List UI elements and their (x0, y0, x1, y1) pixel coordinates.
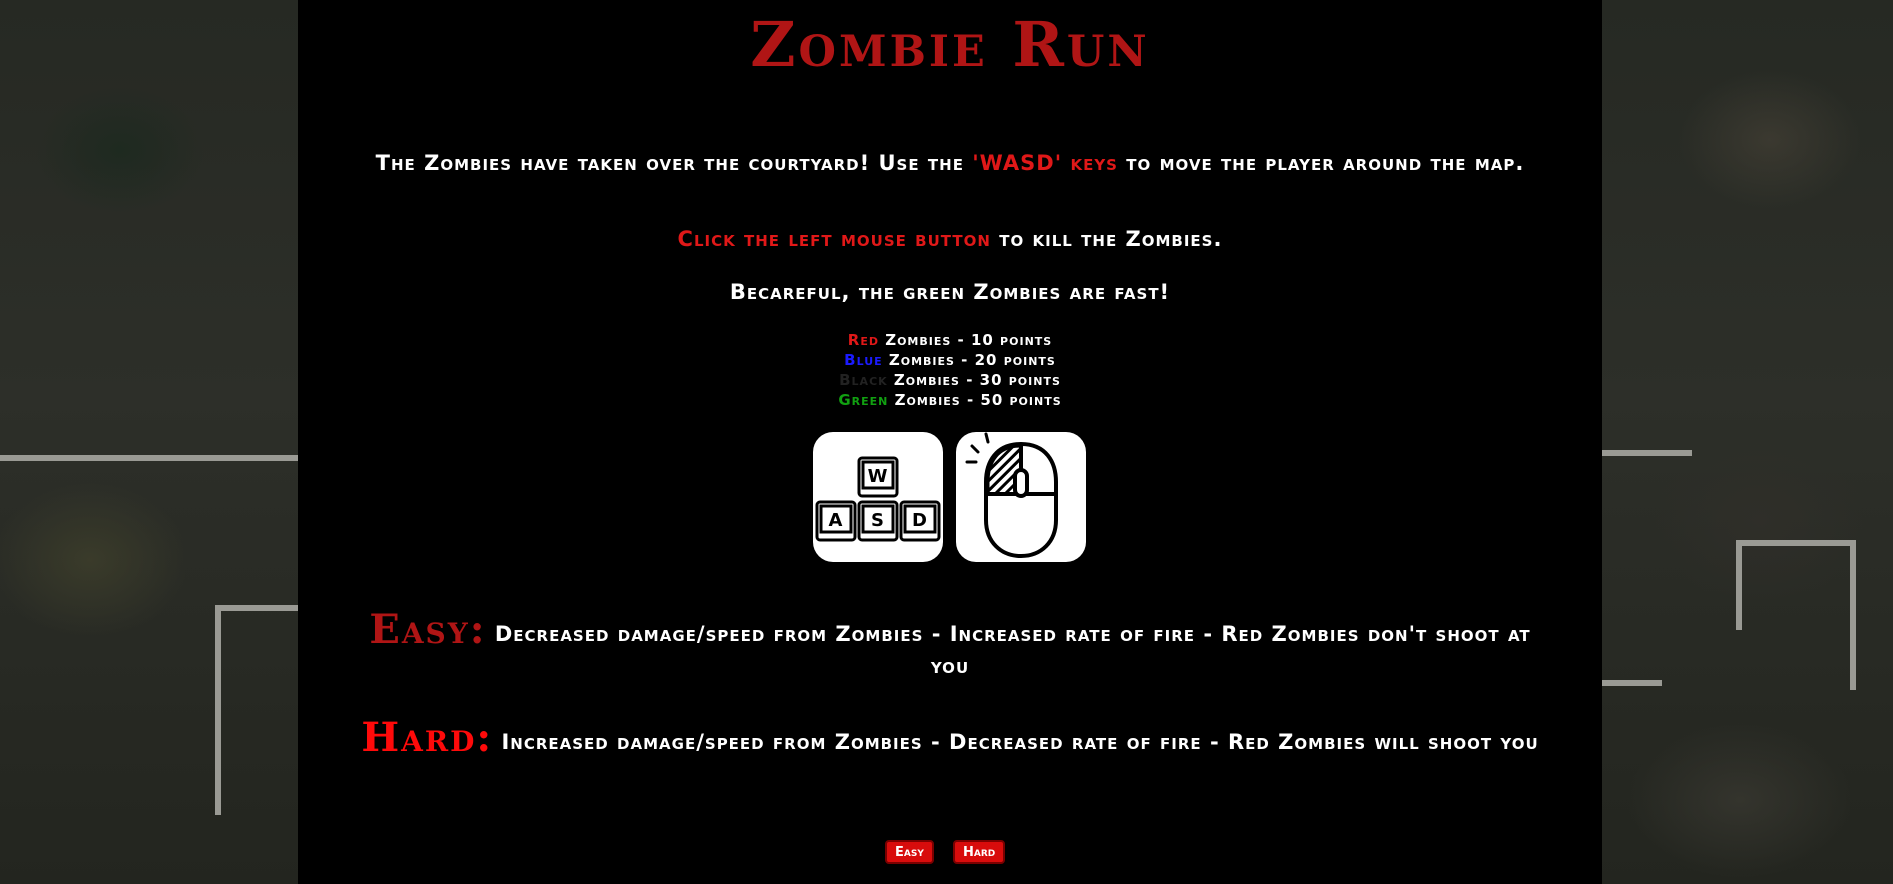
courtyard-wall (1602, 680, 1662, 686)
easy-text: Decreased damage/speed from Zombies - In… (486, 622, 1531, 678)
instructions-panel: Zombie Run The Zombies have taken over t… (298, 0, 1602, 884)
points-value: Zombies - 10 points (878, 331, 1053, 349)
courtyard-wall (1736, 540, 1742, 630)
wasd-keys-graphic: W A S D (815, 456, 941, 542)
attack-instructions: Click the left mouse button to kill the … (338, 226, 1562, 252)
key-w-label: W (868, 466, 889, 487)
points-row-black: Black Zombies - 30 points (298, 370, 1602, 390)
points-value: Zombies - 30 points (887, 371, 1061, 389)
courtyard-wall (1602, 450, 1692, 456)
courtyard-wall (0, 455, 298, 461)
points-color-word: Green (838, 391, 889, 409)
courtyard-wall (1850, 540, 1856, 690)
hard-mode-description: Hard: Increased damage/speed from Zombie… (358, 718, 1542, 758)
key-d-label: D (912, 510, 928, 531)
points-color-word: Black (839, 371, 888, 389)
wasd-highlight: 'WASD' keys (972, 151, 1118, 175)
points-row-blue: Blue Zombies - 20 points (298, 350, 1602, 370)
movement-text: The Zombies have taken over the courtyar… (375, 151, 973, 175)
points-color-word: Red (847, 331, 879, 349)
points-color-word: Blue (844, 351, 883, 369)
game-title: Zombie Run (750, 8, 1150, 81)
points-value: Zombies - 50 points (888, 391, 1062, 409)
courtyard-wall (1736, 540, 1856, 546)
warning-text: Becareful, the green Zombies are fast! (729, 280, 1171, 304)
key-s-label: S (871, 510, 885, 531)
courtyard-wall (215, 605, 221, 815)
hard-text: Increased damage/speed from Zombies - De… (493, 730, 1539, 754)
courtyard-wall (215, 605, 298, 611)
attack-text: to kill the Zombies. (990, 227, 1223, 251)
wasd-keys-icon: W A S D (813, 432, 943, 562)
movement-instructions: The Zombies have taken over the courtyar… (338, 150, 1562, 176)
movement-text-end: to move the player around the map. (1117, 151, 1525, 175)
easy-label: Easy: (369, 606, 487, 653)
easy-button[interactable]: Easy (885, 840, 934, 864)
points-value: Zombies - 20 points (882, 351, 1056, 369)
mouse-graphic (965, 432, 1058, 559)
points-row-green: Green Zombies - 50 points (298, 390, 1602, 410)
points-row-red: Red Zombies - 10 points (298, 330, 1602, 350)
hard-label: Hard: (361, 714, 494, 761)
mouse-left-click-icon (956, 432, 1086, 562)
key-a-label: A (829, 510, 844, 531)
hard-button[interactable]: Hard (953, 840, 1006, 864)
click-highlight: Click the left mouse button (677, 227, 991, 251)
easy-mode-description: Easy: Decreased damage/speed from Zombie… (358, 610, 1542, 682)
